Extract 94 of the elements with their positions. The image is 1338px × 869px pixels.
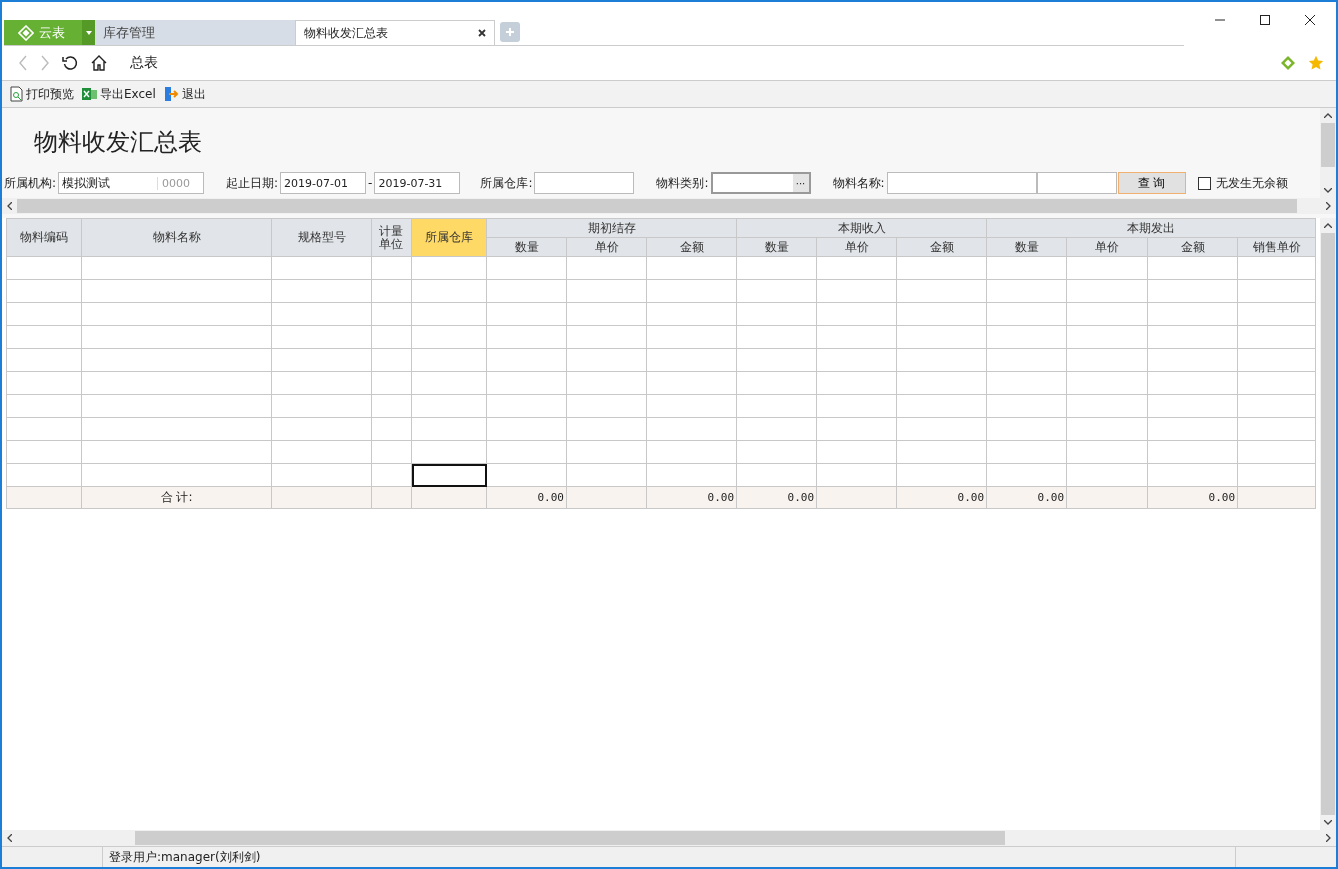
table-row[interactable] [6, 394, 1316, 418]
table-cell[interactable] [81, 463, 272, 487]
input-field[interactable] [886, 172, 1037, 194]
table-cell[interactable] [6, 279, 82, 303]
input-field[interactable]: 模拟测试 0000 [58, 172, 205, 194]
scroll-down-icon[interactable] [1324, 188, 1332, 193]
table-cell[interactable] [81, 371, 272, 395]
column-header[interactable]: 规格型号 [271, 218, 372, 257]
range-separator: - [368, 176, 373, 190]
scroll-right-icon[interactable] [1326, 202, 1331, 210]
table-cell[interactable] [81, 302, 272, 326]
horizontal-scrollbar[interactable] [2, 198, 1336, 214]
scroll-up-icon[interactable] [1324, 113, 1332, 118]
vertical-scrollbar[interactable] [1320, 218, 1336, 830]
browser-tab[interactable]: 物料收发汇总表 [295, 20, 495, 45]
group-header: 本期收入 [736, 218, 987, 238]
table-cell[interactable] [81, 279, 272, 303]
scroll-left-icon[interactable] [7, 834, 12, 842]
table-cell[interactable] [81, 394, 272, 418]
table-cell[interactable] [6, 440, 82, 464]
exit-icon [163, 86, 179, 102]
table-row[interactable] [6, 279, 1316, 303]
report-title: 物料收发汇总表 [34, 127, 203, 158]
brand-label: 云表 [39, 23, 65, 42]
query-button[interactable]: 查 询 [1117, 172, 1186, 194]
filter-label: 所属仓库: [480, 174, 533, 192]
home-icon[interactable] [90, 55, 108, 71]
toolbar-button[interactable]: 导出Excel [82, 85, 156, 103]
table-row[interactable] [6, 348, 1316, 372]
spreadsheet-icon [82, 87, 97, 101]
column-header[interactable]: 所属仓库 [411, 218, 487, 257]
column-header[interactable]: 计量单位 [371, 218, 412, 257]
new-tab-button[interactable] [500, 22, 520, 42]
table-cell[interactable] [6, 394, 82, 418]
print-preview-icon [10, 86, 23, 102]
table-cell[interactable] [6, 256, 82, 280]
table-cell[interactable] [81, 417, 272, 441]
maximize-icon[interactable] [1259, 14, 1271, 26]
browse-button[interactable]: ··· [792, 174, 809, 192]
table-row[interactable] [6, 417, 1316, 441]
forward-icon[interactable] [40, 55, 50, 71]
group-header: 期初结存 [486, 218, 737, 238]
toolbar-button[interactable]: 退出 [163, 85, 206, 103]
table-cell[interactable] [81, 348, 272, 372]
table-cell[interactable] [6, 325, 82, 349]
tab-label: 物料收发汇总表 [304, 24, 388, 42]
close-icon[interactable] [1304, 14, 1316, 26]
input-field[interactable] [1036, 172, 1117, 194]
column-header[interactable]: 物料编码 [6, 218, 82, 257]
horizontal-scrollbar[interactable] [2, 830, 1336, 846]
table-cell[interactable] [6, 371, 82, 395]
filter-label: 物料类别: [656, 174, 709, 192]
scroll-right-icon[interactable] [1326, 834, 1331, 842]
back-icon[interactable] [18, 55, 28, 71]
date-field[interactable]: 2019-07-01 [280, 172, 367, 194]
vertical-scrollbar[interactable] [1320, 108, 1336, 198]
input-field[interactable] [534, 172, 635, 194]
star-icon[interactable] [1308, 55, 1324, 71]
refresh-icon[interactable] [62, 55, 78, 71]
toolbar-button[interactable]: 打印预览 [10, 85, 74, 103]
table-cell[interactable] [6, 348, 82, 372]
table-cell[interactable] [81, 440, 272, 464]
checkbox-label: 无发生无余额 [1215, 174, 1288, 192]
table-cell[interactable] [6, 463, 82, 487]
group-header: 本期发出 [986, 218, 1316, 238]
filter-label: 物料名称: [832, 174, 885, 192]
diamond-logo-icon [18, 24, 34, 41]
scroll-left-icon[interactable] [7, 202, 12, 210]
caret-icon [85, 30, 92, 35]
address-field[interactable]: 总表 [130, 54, 158, 72]
table-cell[interactable] [6, 417, 82, 441]
total-label: 合 计: [81, 486, 272, 509]
column-header[interactable]: 物料名称 [81, 218, 272, 257]
scroll-up-icon[interactable] [1324, 223, 1332, 228]
table-cell[interactable] [81, 325, 272, 349]
filter-label: 所属机构: [4, 174, 57, 192]
table-cell[interactable] [81, 256, 272, 280]
plus-icon [505, 27, 515, 37]
checkbox[interactable] [1197, 176, 1211, 190]
diamond-logo-icon[interactable] [1280, 55, 1296, 71]
table-cell[interactable] [6, 302, 82, 326]
scroll-down-icon[interactable] [1324, 820, 1332, 825]
table-row[interactable] [6, 256, 1316, 280]
close-icon[interactable] [478, 29, 486, 37]
tab-label: 库存管理 [103, 23, 155, 42]
filter-label: 起止日期: [226, 174, 279, 192]
date-field[interactable]: 2019-07-31 [374, 172, 461, 194]
table-row[interactable] [6, 325, 1316, 349]
table-row[interactable] [6, 371, 1316, 395]
table-row[interactable] [6, 302, 1316, 326]
browser-tab[interactable]: 库存管理 [95, 20, 295, 45]
picker-field[interactable]: ··· [710, 172, 811, 194]
dropdown-button[interactable] [82, 20, 95, 45]
status-text: 登录用户:manager(刘利剑) [108, 848, 262, 866]
